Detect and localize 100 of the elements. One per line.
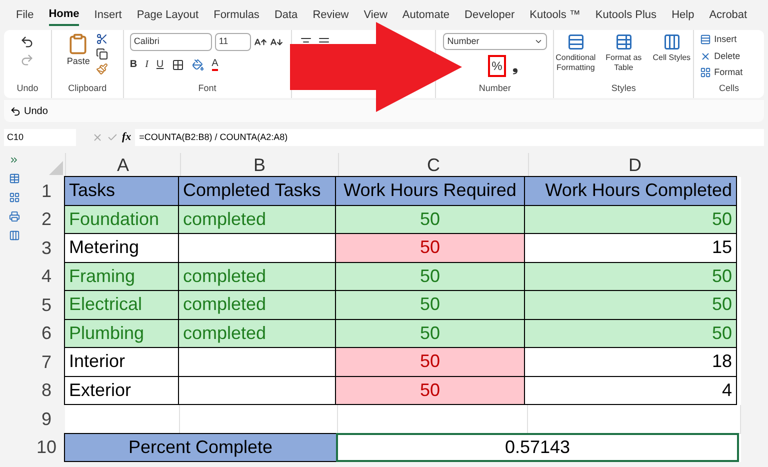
expand-icon[interactable]	[9, 155, 19, 165]
ribbon-tab[interactable]: Kutools ™	[530, 4, 580, 26]
table-cell: Work Hours Completed	[524, 176, 737, 206]
cells-icon	[700, 34, 712, 46]
ribbon-tab[interactable]: File	[16, 4, 34, 26]
table-icon[interactable]	[8, 173, 20, 184]
group-label: Cells	[718, 82, 740, 94]
table-cell: completed	[178, 318, 336, 348]
table-cell: Tasks	[64, 176, 179, 206]
table-cell: Work Hours Required	[335, 176, 525, 206]
copy-icon[interactable]	[96, 48, 108, 60]
table-cell: 50	[335, 233, 525, 262]
table-cell: 50	[524, 262, 737, 291]
styles-button[interactable]: Format as Table	[602, 33, 645, 73]
table-cell: Plumbing	[64, 318, 179, 348]
table-cell: 50	[524, 204, 737, 234]
column-header[interactable]: A	[65, 153, 180, 177]
ribbon-tab[interactable]: Insert	[94, 4, 122, 26]
table-cell: Electrical	[64, 290, 179, 320]
table-cell: 50	[335, 262, 525, 291]
dropdown-icon	[534, 37, 544, 46]
ribbon-tab[interactable]: Help	[672, 4, 694, 26]
fill-color-icon[interactable]	[192, 58, 204, 70]
table-cell: 50	[335, 204, 525, 234]
bold-button[interactable]: B	[130, 57, 138, 72]
row-header[interactable]: 7	[28, 348, 65, 376]
column-header[interactable]: C	[338, 153, 528, 177]
clipboard-icon	[67, 33, 90, 55]
cells-icon	[700, 67, 712, 78]
borders-icon[interactable]	[172, 58, 184, 70]
undo-button[interactable]: Undo	[10, 104, 48, 118]
font-color-button[interactable]: A	[212, 58, 218, 70]
row-header[interactable]: 5	[28, 291, 65, 320]
font-size-field[interactable]: 11	[214, 33, 251, 51]
ribbon-tab[interactable]: View	[364, 4, 388, 26]
paste-button[interactable]: Paste	[66, 33, 90, 75]
table-cell: Foundation	[64, 204, 179, 234]
underline-button[interactable]: U	[156, 57, 164, 72]
table-cell: Exterior	[64, 376, 179, 405]
table-cell: 4	[524, 376, 737, 405]
row-header[interactable]: 4	[28, 262, 65, 291]
ribbon-tab[interactable]: Developer	[464, 4, 515, 26]
group-label: Font	[197, 82, 218, 94]
table-icon	[566, 33, 585, 51]
cut-icon[interactable]	[96, 33, 108, 45]
cells-button[interactable]: Insert	[700, 33, 758, 46]
cells-button[interactable]: Format	[700, 66, 758, 80]
styles-button[interactable]: Conditional Formatting	[554, 33, 597, 73]
row-header[interactable]: 8	[28, 376, 65, 405]
function-label[interactable]: fx	[122, 129, 132, 146]
table-cell: completed	[178, 204, 336, 234]
percent-button[interactable]: %	[488, 55, 506, 77]
undo-icon[interactable]	[20, 35, 34, 49]
table-cell: 50	[335, 347, 525, 376]
column-header[interactable]: B	[180, 153, 338, 177]
row-header[interactable]: 9	[28, 405, 65, 434]
table-cell: Completed Tasks	[178, 176, 336, 206]
table-cell: 50	[335, 376, 525, 405]
number-format-field[interactable]: Number	[443, 33, 548, 50]
table-icon	[614, 33, 633, 51]
table-cell: 50	[335, 290, 525, 320]
name-box[interactable]: C10	[4, 129, 76, 146]
printer-icon[interactable]	[8, 211, 20, 222]
row-header[interactable]: 3	[28, 234, 65, 262]
ribbon-tab[interactable]: Data	[274, 4, 298, 26]
ribbon-tab[interactable]: Kutools Plus	[595, 4, 657, 26]
table-cell: 50	[524, 318, 737, 348]
table-cell: Framing	[64, 262, 179, 291]
table-icon	[662, 33, 681, 51]
row-header[interactable]: 10	[28, 434, 65, 462]
table-cell: 50	[335, 318, 525, 348]
cells-button[interactable]: Delete	[700, 50, 758, 63]
ribbon-tab[interactable]: Page Layout	[136, 4, 199, 26]
styles-button[interactable]: Cell Styles	[650, 33, 693, 73]
ribbon-tab[interactable]: Automate	[402, 4, 450, 26]
grid-icon[interactable]	[8, 192, 20, 203]
row-header[interactable]: 1	[28, 177, 65, 206]
table-cell: 0.57143	[336, 432, 739, 462]
table-cell: completed	[178, 290, 336, 320]
column-header[interactable]: D	[528, 153, 741, 177]
ribbon-tab[interactable]: Formulas	[214, 4, 260, 26]
row-header[interactable]: 2	[28, 206, 65, 234]
comma-style-button[interactable]: ❟	[512, 56, 518, 76]
ribbon-tab[interactable]: Review	[312, 4, 349, 26]
cells-icon	[700, 50, 712, 62]
table-cell: 50	[524, 290, 737, 320]
italic-button[interactable]: I	[145, 57, 148, 72]
table-cell: completed	[178, 262, 336, 291]
table-cell: Percent Complete	[64, 432, 337, 462]
group-label: Clipboard	[68, 82, 107, 95]
group-label: Number	[478, 82, 512, 94]
undo-icon	[10, 106, 21, 116]
group-label: Styles	[610, 82, 637, 95]
font-name-field[interactable]: Calibri	[130, 33, 212, 51]
ribbon-tab[interactable]: Acrobat	[709, 4, 748, 26]
formula-field[interactable]: =COUNTA(B2:B8) / COUNTA(A2:A8)	[135, 129, 764, 146]
columns-icon[interactable]	[8, 230, 20, 241]
ribbon-tab[interactable]: Home	[48, 4, 80, 26]
group-label: Undo	[16, 82, 38, 94]
row-header[interactable]: 6	[28, 320, 65, 348]
